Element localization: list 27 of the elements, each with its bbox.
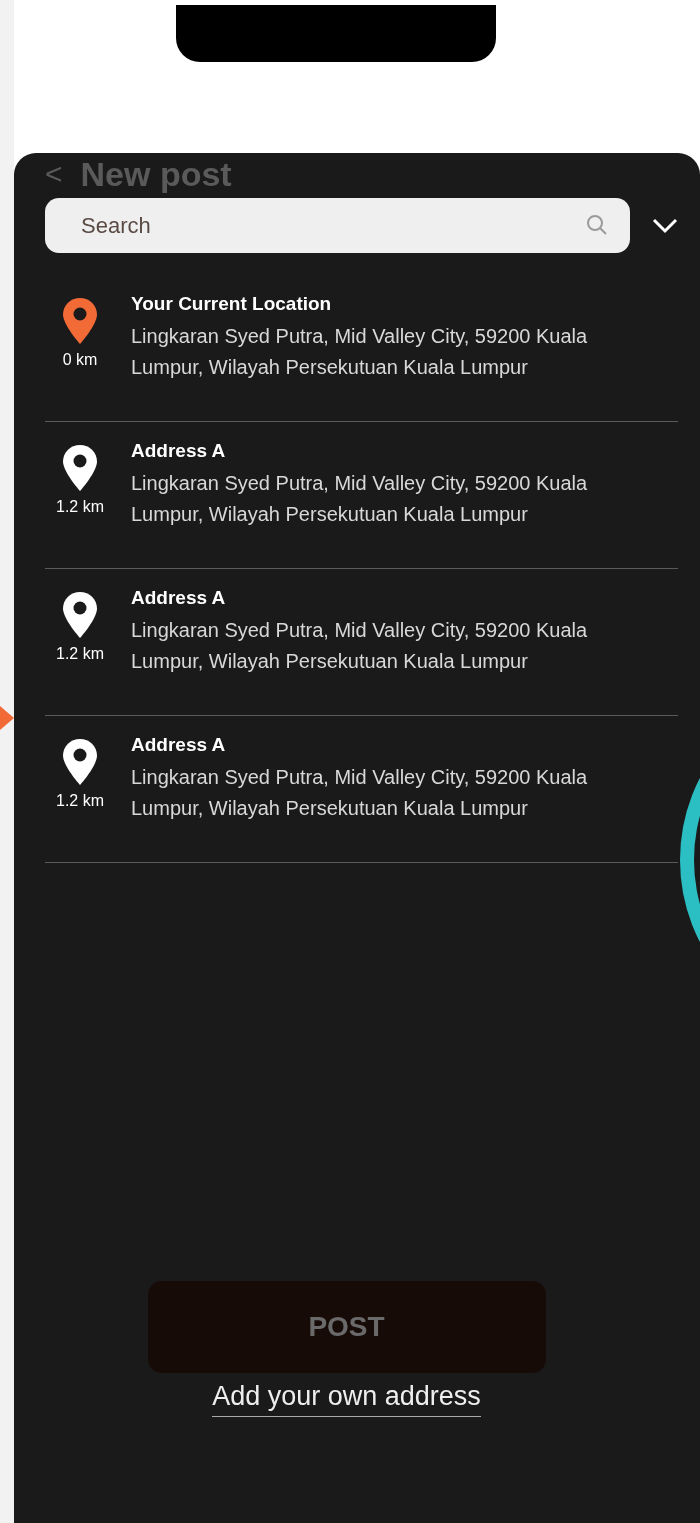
map-pin-icon — [62, 591, 98, 639]
map-pin-icon — [62, 444, 98, 492]
chevron-down-icon[interactable] — [652, 217, 678, 234]
location-name: Address A — [131, 440, 227, 462]
location-name: Address A — [131, 734, 227, 756]
post-button[interactable]: POST — [147, 1281, 546, 1373]
location-address: Lingkaran Syed Putra, Mid Valley City, 59200 Kuala Lumpur, Wilayah Persekutuan Kuala Lumpur — [131, 618, 589, 674]
page-title: New post — [80, 154, 232, 194]
map-pin-icon — [62, 297, 98, 345]
location-item[interactable]: 0 km Your Current Location Lingkaran Syed Putra, Mid Valley City, 59200 Kuala Lumpur, Wilayah Persekutuan Kuala Lumpur — [45, 289, 678, 422]
distance-label: 1.2 km — [56, 498, 104, 516]
distance-label: 1.2 km — [56, 645, 104, 663]
location-name: Address A — [131, 587, 227, 609]
distance-label: 0 km — [62, 351, 98, 369]
location-address: Lingkaran Syed Putra, Mid Valley City, 59200 Kuala Lumpur, Wilayah Persekutuan Kuala Lumpur — [131, 765, 589, 821]
location-name: Your Current Location — [131, 293, 333, 315]
location-item[interactable]: 1.2 km Address A Lingkaran Syed Putra, Mid Valley City, 59200 Kuala Lumpur, Wilayah Persekutuan Kuala Lumpur — [45, 583, 678, 716]
search-field[interactable]: Search — [45, 198, 630, 253]
location-item[interactable]: 1.2 km Address A Lingkaran Syed Putra, Mid Valley City, 59200 Kuala Lumpur, Wilayah Persekutuan Kuala Lumpur — [45, 730, 678, 863]
search-icon — [586, 214, 608, 236]
arrow-marker-icon — [0, 706, 14, 730]
location-item[interactable]: 1.2 km Address A Lingkaran Syed Putra, Mid Valley City, 59200 Kuala Lumpur, Wilayah Persekutuan Kuala Lumpur — [45, 436, 678, 569]
location-address: Lingkaran Syed Putra, Mid Valley City, 59200 Kuala Lumpur, Wilayah Persekutuan Kuala Lumpur — [131, 471, 589, 527]
distance-label: 1.2 km — [56, 792, 104, 810]
location-address: Lingkaran Syed Putra, Mid Valley City, 59200 Kuala Lumpur, Wilayah Persekutuan Kuala Lumpur — [131, 324, 589, 380]
map-pin-icon — [62, 738, 98, 786]
add-address-link[interactable]: Add your own address — [212, 1381, 481, 1417]
